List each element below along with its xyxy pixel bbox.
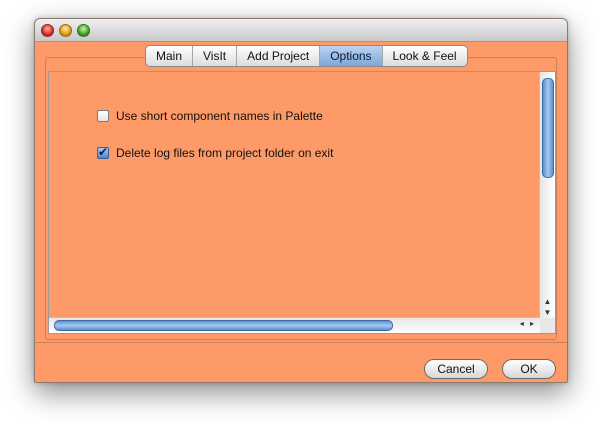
tab-bar: Main VisIt Add Project Options Look & Fe…: [145, 45, 468, 67]
short-names-option[interactable]: Use short component names in Palette: [97, 109, 323, 123]
vertical-scroll-thumb[interactable]: [542, 78, 554, 178]
horizontal-scrollbar[interactable]: ◂ ▸: [49, 317, 540, 333]
zoom-icon[interactable]: [77, 24, 90, 37]
tab-main[interactable]: Main: [146, 46, 194, 66]
delete-logs-label: Delete log files from project folder on …: [116, 146, 334, 160]
options-scroll-area[interactable]: Use short component names in Palette Del…: [48, 71, 556, 334]
close-icon[interactable]: [41, 24, 54, 37]
tab-add-project[interactable]: Add Project: [237, 46, 321, 66]
short-names-label: Use short component names in Palette: [116, 109, 323, 123]
scroll-down-arrow-icon[interactable]: ▼: [540, 307, 555, 318]
tab-options[interactable]: Options: [320, 46, 383, 66]
minimize-icon[interactable]: [59, 24, 72, 37]
footer-divider: [35, 342, 567, 343]
title-bar[interactable]: [35, 19, 567, 42]
scroll-up-arrow-icon[interactable]: ▲: [540, 296, 555, 307]
tab-visit[interactable]: VisIt: [193, 46, 238, 66]
delete-logs-option[interactable]: Delete log files from project folder on …: [97, 145, 334, 160]
scroll-corner: [540, 318, 555, 333]
horizontal-scroll-thumb[interactable]: [54, 320, 393, 331]
tab-look-and-feel[interactable]: Look & Feel: [383, 46, 467, 66]
options-dialog-window: Main VisIt Add Project Options Look & Fe…: [34, 18, 568, 383]
cancel-button[interactable]: Cancel: [424, 359, 488, 379]
ok-button[interactable]: OK: [502, 359, 556, 379]
horizontal-scroll-arrows[interactable]: ◂ ▸: [520, 319, 536, 328]
vertical-scrollbar[interactable]: ▲ ▼: [539, 72, 555, 318]
delete-logs-checkbox[interactable]: [97, 145, 109, 159]
vertical-scroll-arrows[interactable]: ▲ ▼: [540, 296, 555, 318]
short-names-checkbox[interactable]: [97, 110, 109, 122]
